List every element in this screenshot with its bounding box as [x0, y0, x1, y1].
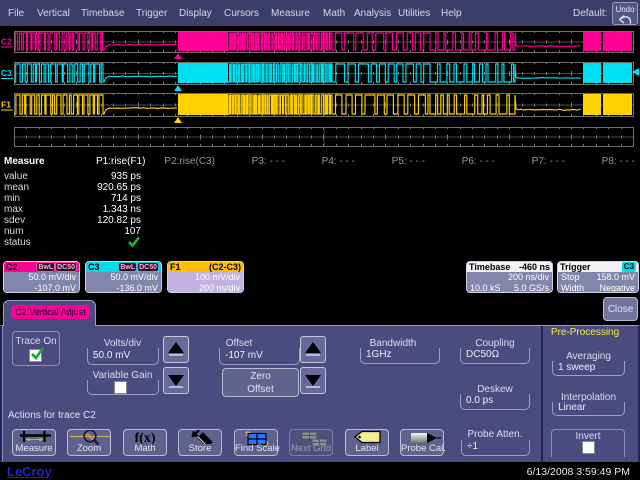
svg-text:C3: C3: [1, 68, 12, 78]
svg-text:F1: F1: [1, 100, 11, 110]
svg-text:C2: C2: [1, 37, 12, 47]
